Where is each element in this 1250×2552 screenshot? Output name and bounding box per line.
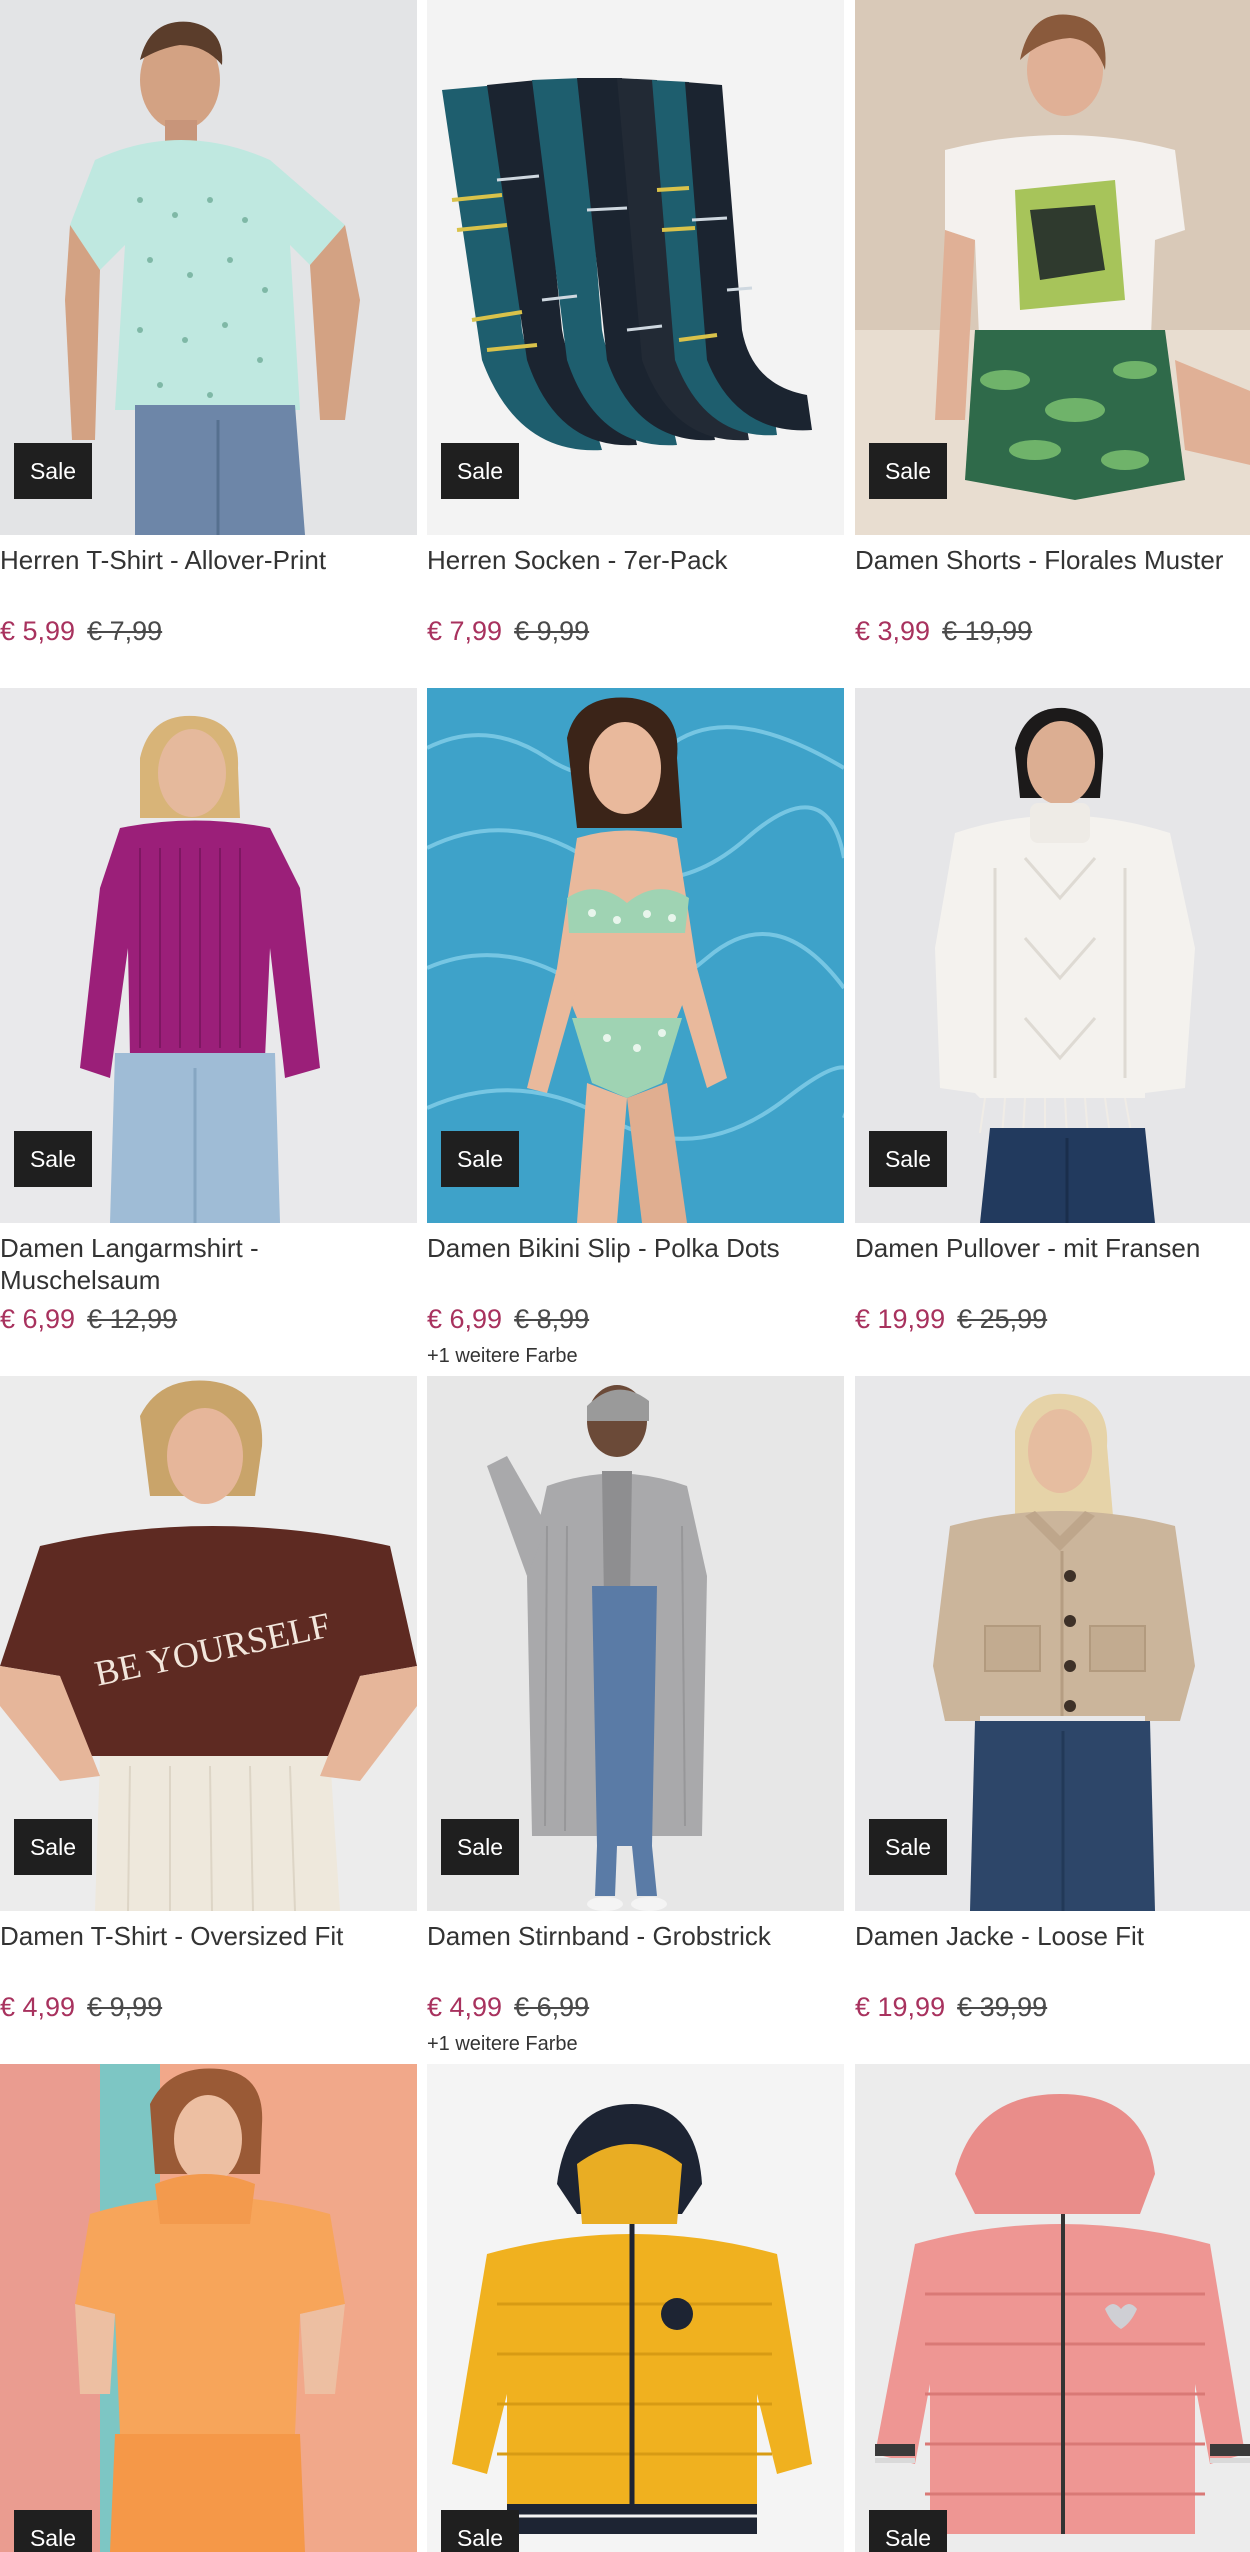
sale-price: € 6,99 <box>427 1304 503 1334</box>
product-prices: € 4,99 € 9,99 <box>0 1990 162 2024</box>
product-title[interactable]: Damen Jacke - Loose Fit <box>855 1920 1250 1952</box>
product-title[interactable]: Herren T-Shirt - Allover-Print <box>0 544 417 576</box>
product-card[interactable]: Sale <box>427 2064 844 2552</box>
original-price: € 7,99 <box>87 616 163 646</box>
sale-price: € 19,99 <box>855 1992 946 2022</box>
product-image[interactable]: Sale <box>427 688 844 1223</box>
product-image[interactable]: Sale <box>855 688 1250 1223</box>
product-image[interactable]: Sale <box>855 0 1250 535</box>
sale-price: € 5,99 <box>0 616 76 646</box>
sale-badge: Sale <box>869 1819 947 1875</box>
sale-badge: Sale <box>14 1819 92 1875</box>
product-image[interactable]: Sale <box>855 1376 1250 1911</box>
sale-badge: Sale <box>441 443 519 499</box>
sale-price: € 4,99 <box>427 1992 503 2022</box>
product-grid: Sale Herren T-Shirt - Allover-Print € 5,… <box>0 0 1250 2552</box>
original-price: € 8,99 <box>514 1304 590 1334</box>
sale-price: € 4,99 <box>0 1992 76 2022</box>
more-colors-note[interactable]: +1 weitere Farbe <box>427 2032 578 2056</box>
product-image[interactable]: Sale <box>427 2064 844 2552</box>
product-title[interactable]: Herren Socken - 7er-Pack <box>427 544 844 576</box>
sale-price: € 3,99 <box>855 616 931 646</box>
product-prices: € 19,99 € 25,99 <box>855 1302 1047 1336</box>
original-price: € 25,99 <box>957 1304 1048 1334</box>
product-title[interactable]: Damen Shorts - Florales Muster <box>855 544 1250 576</box>
product-image[interactable]: Sale <box>0 2064 417 2552</box>
product-prices: € 5,99 € 7,99 <box>0 614 162 648</box>
product-title[interactable]: Damen Stirnband - Grobstrick <box>427 1920 844 1952</box>
original-price: € 39,99 <box>957 1992 1048 2022</box>
product-prices: € 19,99 € 39,99 <box>855 1990 1047 2024</box>
original-price: € 9,99 <box>514 616 590 646</box>
sale-badge: Sale <box>14 2510 92 2552</box>
product-title[interactable]: Damen Langarmshirt - Muschelsaum <box>0 1232 417 1296</box>
sale-badge: Sale <box>869 2510 947 2552</box>
product-card[interactable]: Sale Damen Langarmshirt - Muschelsaum € … <box>0 688 417 1376</box>
original-price: € 6,99 <box>514 1992 590 2022</box>
product-card[interactable]: Sale Damen Bikini Slip - Polka Dots € 6,… <box>427 688 844 1376</box>
product-image[interactable]: Sale <box>0 0 417 535</box>
sale-price: € 6,99 <box>0 1304 76 1334</box>
more-colors-note[interactable]: +1 weitere Farbe <box>427 1344 578 1368</box>
product-image[interactable]: Sale <box>427 0 844 535</box>
product-title[interactable]: Damen Bikini Slip - Polka Dots <box>427 1232 844 1264</box>
product-prices: € 6,99 € 12,99 <box>0 1302 177 1336</box>
product-card[interactable]: Sale Damen Pullover - mit Fransen € 19,9… <box>855 688 1250 1376</box>
product-prices: € 3,99 € 19,99 <box>855 614 1032 648</box>
product-prices: € 7,99 € 9,99 <box>427 614 589 648</box>
product-image[interactable]: BE YOURSELF Sale <box>0 1376 417 1911</box>
product-card[interactable]: Sale Damen Jacke - Loose Fit € 19,99 € 39… <box>855 1376 1250 2064</box>
sale-badge: Sale <box>441 1819 519 1875</box>
sale-price: € 19,99 <box>855 1304 946 1334</box>
original-price: € 19,99 <box>942 616 1033 646</box>
original-price: € 9,99 <box>87 1992 163 2022</box>
product-image[interactable]: Sale <box>0 688 417 1223</box>
product-image[interactable]: Sale <box>855 2064 1250 2552</box>
sale-badge: Sale <box>441 1131 519 1187</box>
product-prices: € 6,99 € 8,99 <box>427 1302 589 1336</box>
sale-price: € 7,99 <box>427 616 503 646</box>
product-card[interactable]: Sale <box>855 2064 1250 2552</box>
product-card[interactable]: Sale Herren T-Shirt - Allover-Print € 5,… <box>0 0 417 688</box>
product-card[interactable]: Sale Damen Shorts - Florales Muster € 3,… <box>855 0 1250 688</box>
product-photo-pink-kids-jacket <box>855 2064 1250 2552</box>
sale-badge: Sale <box>869 443 947 499</box>
product-card[interactable]: Sale <box>0 2064 417 2552</box>
sale-badge: Sale <box>441 2510 519 2552</box>
product-photo-girl-orange-hoodie <box>0 2064 417 2552</box>
original-price: € 12,99 <box>87 1304 178 1334</box>
product-card[interactable]: Sale Damen Stirnband - Grobstrick € 4,99… <box>427 1376 844 2064</box>
product-card[interactable]: BE YOURSELF Sale Damen T-Shirt - Oversiz… <box>0 1376 417 2064</box>
sale-badge: Sale <box>14 1131 92 1187</box>
product-title[interactable]: Damen Pullover - mit Fransen <box>855 1232 1250 1264</box>
product-image[interactable]: Sale <box>427 1376 844 1911</box>
sale-badge: Sale <box>869 1131 947 1187</box>
product-title[interactable]: Damen T-Shirt - Oversized Fit <box>0 1920 417 1952</box>
product-prices: € 4,99 € 6,99 <box>427 1990 589 2024</box>
product-photo-yellow-kids-jacket <box>427 2064 844 2552</box>
sale-badge: Sale <box>14 443 92 499</box>
product-card[interactable]: Sale Herren Socken - 7er-Pack € 7,99 € 9,… <box>427 0 844 688</box>
